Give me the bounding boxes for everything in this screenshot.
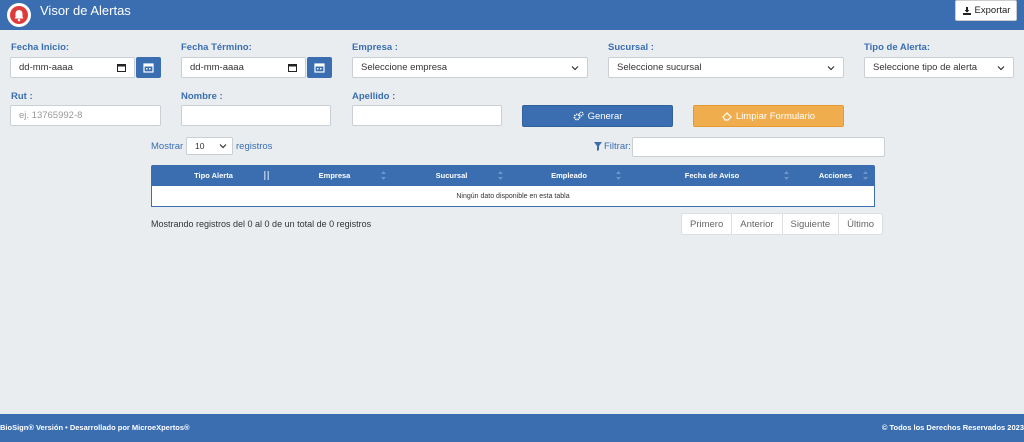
sort-icon bbox=[381, 171, 386, 180]
filter-input[interactable] bbox=[632, 137, 885, 157]
calendar-picker-icon[interactable] bbox=[288, 63, 297, 72]
fecha-termino-input[interactable]: dd-mm-aaaa bbox=[181, 57, 306, 78]
apellido-label: Apellido : bbox=[352, 91, 396, 102]
nombre-input[interactable] bbox=[181, 105, 331, 126]
rut-label: Rut : bbox=[11, 91, 33, 102]
fecha-termino-value: dd-mm-aaaa bbox=[190, 62, 244, 73]
page-length-value: 10 bbox=[195, 141, 205, 151]
sucursal-selected: Seleccione sucursal bbox=[617, 62, 702, 73]
fecha-inicio-calendar-button[interactable] bbox=[136, 57, 161, 78]
footer-credits: BioSign® Versión • Desarrollado por Micr… bbox=[0, 423, 190, 432]
column-header-sucursal[interactable]: Sucursal bbox=[393, 165, 510, 186]
tipo-alerta-select[interactable]: Seleccione tipo de alerta bbox=[864, 57, 1014, 78]
mostrar-label: Mostrar bbox=[151, 141, 184, 152]
empresa-label: Empresa : bbox=[352, 42, 398, 53]
sucursal-label: Sucursal : bbox=[608, 42, 654, 53]
empresa-select[interactable]: Seleccione empresa bbox=[352, 57, 588, 78]
sort-icon bbox=[616, 171, 621, 180]
chevron-down-icon bbox=[571, 65, 579, 70]
export-label: Exportar bbox=[974, 5, 1011, 16]
generar-button[interactable]: Generar bbox=[522, 105, 673, 127]
sort-icon bbox=[784, 171, 789, 180]
chevron-down-icon bbox=[997, 65, 1005, 70]
export-icon bbox=[962, 6, 971, 15]
rut-placeholder: ej. 13765992-8 bbox=[19, 110, 83, 121]
tipo-alerta-label: Tipo de Alerta: bbox=[864, 42, 930, 53]
sort-icon bbox=[863, 171, 868, 180]
pagination-previous[interactable]: Anterior bbox=[732, 213, 783, 235]
fecha-inicio-input[interactable]: dd-mm-aaaa bbox=[10, 57, 135, 78]
filtrar-label-group: Filtrar: bbox=[594, 141, 631, 152]
page-length-select[interactable]: 10 bbox=[186, 137, 233, 155]
apellido-input[interactable] bbox=[352, 105, 502, 126]
generar-label: Generar bbox=[587, 110, 623, 122]
empresa-selected: Seleccione empresa bbox=[361, 62, 448, 73]
cogs-icon bbox=[573, 111, 584, 121]
chevron-down-icon bbox=[827, 65, 835, 70]
empty-table-row: Ningún dato disponible en esta tabla bbox=[151, 186, 875, 207]
pagination-first[interactable]: Primero bbox=[681, 213, 733, 235]
filter-icon bbox=[594, 142, 602, 151]
limpiar-label: Limpiar Formulario bbox=[735, 110, 816, 122]
footer-copyright: © Todos los Derechos Reservados 2023 bbox=[881, 423, 1024, 432]
table-header: Tipo Alerta Empresa Sucursal Empleado Fe… bbox=[151, 165, 875, 186]
calendar-icon bbox=[143, 63, 154, 73]
export-button[interactable]: Exportar bbox=[955, 0, 1017, 21]
column-header-fecha-aviso[interactable]: Fecha de Aviso bbox=[628, 165, 796, 186]
sucursal-select[interactable]: Seleccione sucursal bbox=[608, 57, 844, 78]
registros-label: registros bbox=[236, 141, 273, 152]
sort-icon bbox=[264, 171, 269, 180]
column-header-acciones[interactable]: Acciones bbox=[796, 165, 875, 186]
column-header-empresa[interactable]: Empresa bbox=[276, 165, 393, 186]
filtrar-label: Filtrar: bbox=[604, 141, 631, 152]
app-footer: BioSign® Versión • Desarrollado por Micr… bbox=[0, 414, 1024, 442]
column-header-empleado[interactable]: Empleado bbox=[510, 165, 628, 186]
eraser-icon bbox=[722, 112, 732, 121]
calendar-icon bbox=[314, 63, 325, 73]
page-title: Visor de Alertas bbox=[40, 3, 131, 18]
table-info: Mostrando registros del 0 al 0 de un tot… bbox=[151, 219, 372, 229]
empty-table-message: Ningún dato disponible en esta tabla bbox=[456, 192, 570, 200]
column-header-tipo-alerta[interactable]: Tipo Alerta bbox=[151, 165, 276, 186]
fecha-inicio-value: dd-mm-aaaa bbox=[19, 62, 73, 73]
pagination-last[interactable]: Último bbox=[839, 213, 884, 235]
pagination: Primero Anterior Siguiente Último bbox=[681, 213, 884, 235]
limpiar-formulario-button[interactable]: Limpiar Formulario bbox=[693, 105, 844, 127]
chevron-down-icon bbox=[219, 144, 227, 149]
tipo-alerta-selected: Seleccione tipo de alerta bbox=[873, 62, 978, 73]
sort-icon bbox=[498, 171, 503, 180]
app-header: Visor de Alertas Exportar bbox=[0, 0, 1024, 30]
fecha-termino-calendar-button[interactable] bbox=[307, 57, 332, 78]
fecha-termino-label: Fecha Término: bbox=[181, 42, 252, 53]
rut-input[interactable]: ej. 13765992-8 bbox=[10, 105, 161, 126]
nombre-label: Nombre : bbox=[181, 91, 223, 102]
fecha-inicio-label: Fecha Inicio: bbox=[11, 42, 70, 53]
bell-alert-icon bbox=[7, 3, 31, 27]
pagination-next[interactable]: Siguiente bbox=[782, 213, 840, 235]
calendar-picker-icon[interactable] bbox=[117, 63, 126, 72]
alerts-table: Tipo Alerta Empresa Sucursal Empleado Fe… bbox=[151, 165, 875, 207]
